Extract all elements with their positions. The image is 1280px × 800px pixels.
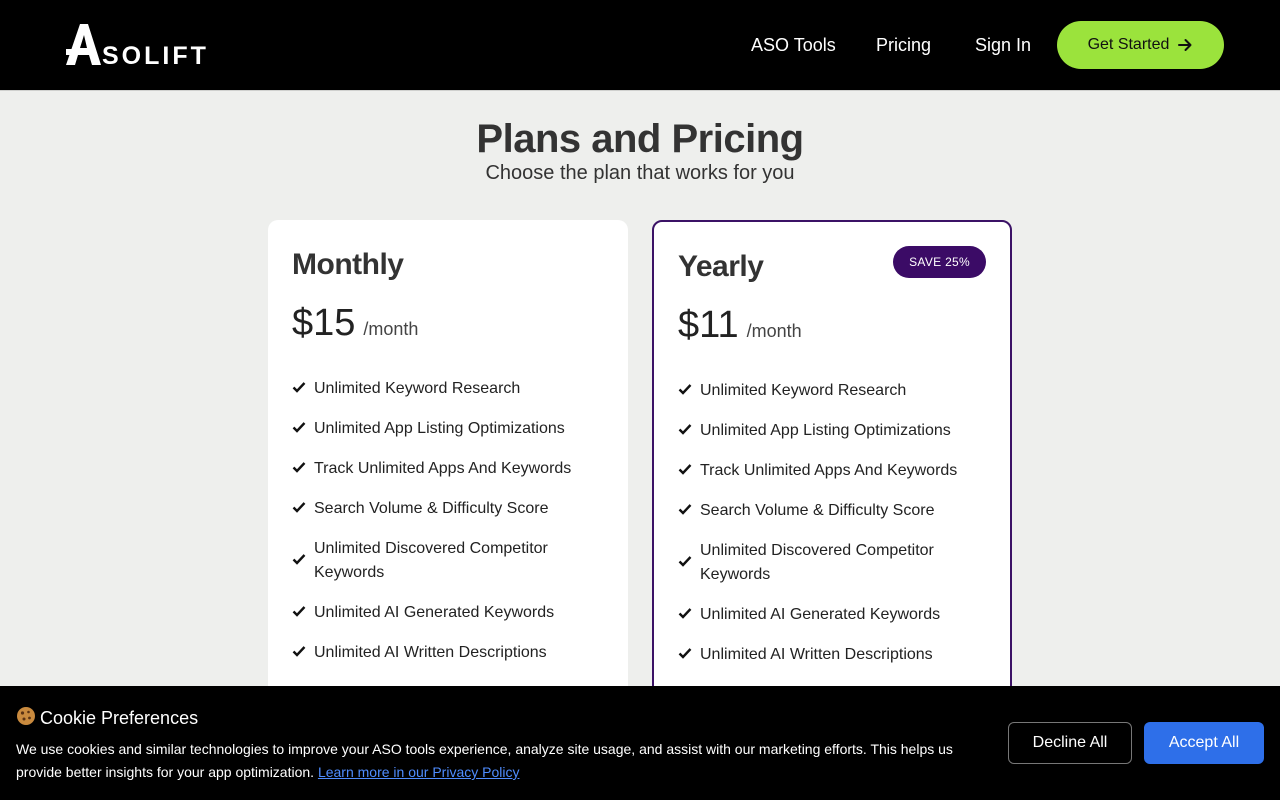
arrow-right-icon xyxy=(1177,37,1193,53)
feature-text: Search Volume & Difficulty Score xyxy=(314,500,549,517)
cookie-icon xyxy=(16,706,36,731)
nav-pricing[interactable]: Pricing xyxy=(876,35,931,56)
feature-item: Unlimited AI Generated Keywords xyxy=(678,603,998,627)
get-started-label: Get Started xyxy=(1087,36,1170,53)
feature-item: Unlimited Keyword Research xyxy=(678,379,998,403)
feature-item: Track Unlimited Apps And Keywords xyxy=(292,457,612,481)
feature-text: Search Volume & Difficulty Score xyxy=(700,502,935,519)
feature-item: Unlimited AI Written Descriptions xyxy=(292,641,612,665)
check-icon xyxy=(678,379,692,403)
feature-list: Unlimited Keyword Research Unlimited App… xyxy=(292,377,612,681)
plan-name: Yearly xyxy=(678,250,764,283)
feature-text: Unlimited Discovered Competitor Keywords xyxy=(314,540,548,581)
plan-card-monthly: Monthly $15 /month Unlimited Keyword Res… xyxy=(268,220,628,740)
plan-price: $11 /month xyxy=(678,304,802,347)
site-header: SOLIFT ASO Tools Pricing Sign In Get Sta… xyxy=(0,0,1280,91)
feature-text: Unlimited Keyword Research xyxy=(700,382,907,399)
feature-item: Unlimited App Listing Optimizations xyxy=(292,417,612,441)
feature-item: Search Volume & Difficulty Score xyxy=(292,497,612,521)
price-amount: $11 xyxy=(678,304,739,346)
check-icon xyxy=(292,549,306,573)
feature-item: Search Volume & Difficulty Score xyxy=(678,499,998,523)
cookie-text: We use cookies and similar technologies … xyxy=(16,738,976,784)
check-icon xyxy=(678,643,692,667)
check-icon xyxy=(678,499,692,523)
check-icon xyxy=(678,603,692,627)
feature-text: Unlimited AI Generated Keywords xyxy=(700,606,941,623)
nav-aso-tools[interactable]: ASO Tools xyxy=(751,35,836,56)
check-icon xyxy=(292,641,306,665)
cookie-title: Cookie Preferences xyxy=(16,706,198,731)
feature-text: Track Unlimited Apps And Keywords xyxy=(700,462,958,479)
feature-text: Unlimited App Listing Optimizations xyxy=(700,422,951,439)
feature-item: Unlimited AI Generated Keywords xyxy=(292,601,612,625)
price-amount: $15 xyxy=(292,302,356,344)
logo-text: SOLIFT xyxy=(102,42,206,70)
page-title: Plans and Pricing xyxy=(476,117,804,161)
feature-item: Unlimited App Listing Optimizations xyxy=(678,419,998,443)
plan-price: $15 /month xyxy=(292,302,418,345)
check-icon xyxy=(678,459,692,483)
check-icon xyxy=(292,457,306,481)
feature-list: Unlimited Keyword Research Unlimited App… xyxy=(678,379,998,683)
feature-text: Unlimited AI Generated Keywords xyxy=(314,604,555,621)
feature-text: Unlimited Discovered Competitor Keywords xyxy=(700,542,934,583)
price-unit: /month xyxy=(363,319,419,339)
feature-item: Unlimited Keyword Research xyxy=(292,377,612,401)
feature-item: Unlimited Discovered Competitor Keywords xyxy=(678,539,998,587)
plan-card-yearly: SAVE 25% Yearly $11 /month Unlimited Key… xyxy=(652,220,1012,740)
cookie-title-text: Cookie Preferences xyxy=(40,708,199,728)
check-icon xyxy=(292,417,306,441)
check-icon xyxy=(678,419,692,443)
check-icon xyxy=(292,497,306,521)
feature-text: Unlimited AI Written Descriptions xyxy=(314,644,547,661)
get-started-button[interactable]: Get Started xyxy=(1057,21,1224,69)
feature-text: Unlimited App Listing Optimizations xyxy=(314,420,565,437)
feature-text: Unlimited Keyword Research xyxy=(314,380,521,397)
feature-text: Unlimited AI Written Descriptions xyxy=(700,646,933,663)
feature-text: Track Unlimited Apps And Keywords xyxy=(314,460,572,477)
plan-name: Monthly xyxy=(292,248,404,281)
nav-sign-in[interactable]: Sign In xyxy=(975,35,1031,56)
page-subtitle: Choose the plan that works for you xyxy=(485,162,795,184)
check-icon xyxy=(292,377,306,401)
check-icon xyxy=(678,551,692,575)
asolift-logo[interactable]: SOLIFT xyxy=(66,22,206,70)
feature-item: Unlimited AI Written Descriptions xyxy=(678,643,998,667)
decline-all-button[interactable]: Decline All xyxy=(1008,722,1132,764)
save-badge: SAVE 25% xyxy=(893,246,986,278)
feature-item: Track Unlimited Apps And Keywords xyxy=(678,459,998,483)
check-icon xyxy=(292,601,306,625)
feature-item: Unlimited Discovered Competitor Keywords xyxy=(292,537,612,585)
price-unit: /month xyxy=(746,321,802,341)
accept-all-button[interactable]: Accept All xyxy=(1144,722,1264,764)
privacy-policy-link[interactable]: Learn more in our Privacy Policy xyxy=(318,764,520,780)
